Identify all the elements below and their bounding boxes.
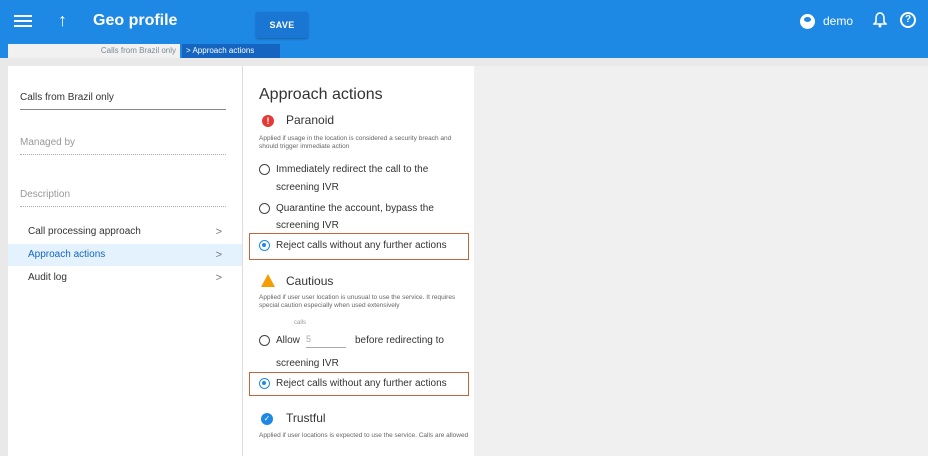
name-value: Calls from Brazil only [20,92,114,103]
sidebar-item-label: Audit log [28,272,67,283]
radio-allow-calls[interactable] [259,335,270,346]
approach-actions-panel [242,66,474,456]
username[interactable]: demo [823,14,853,28]
screening-ivr-label: screening IVR [276,358,339,369]
radio-reject-calls-paranoid[interactable] [259,240,270,251]
sidebar-item-audit-log[interactable]: Audit log > [8,267,242,289]
save-button[interactable]: SAVE [256,12,308,38]
managed-by-underline [20,154,226,155]
up-arrow-icon[interactable]: ↑ [58,10,67,30]
paranoid-description: Applied if usage in the location is cons… [259,135,452,150]
help-icon[interactable]: ? [900,12,916,28]
chevron-right-icon: > [215,226,222,238]
chevron-right-icon: > [215,249,222,261]
check-circle-icon: ✓ [261,413,273,425]
option-quarantine-label-2: screening IVR [276,220,339,231]
section-heading: Approach actions [259,86,383,103]
calls-label: calls [294,320,307,326]
description-placeholder: Description [20,189,71,200]
breadcrumb-separator: > [186,46,191,55]
page-title: Geo profile [93,12,178,29]
cautious-title: Cautious [286,274,334,288]
breadcrumb-parent[interactable]: Calls from Brazil only [8,44,180,58]
radio-quarantine-account[interactable] [259,203,270,214]
error-icon: ! [262,115,274,127]
sidebar-item-call-processing-approach[interactable]: Call processing approach > [8,221,242,243]
warning-icon [261,274,275,287]
description-field[interactable]: Description [20,189,226,207]
trustful-title: Trustful [286,411,326,425]
paranoid-title: Paranoid [286,113,335,127]
before-redirecting-label: before redirecting to [355,335,444,346]
sidebar-item-label: Approach actions [28,249,106,260]
breadcrumb-current-label: Approach actions [192,46,255,55]
allowed-calls-input[interactable]: 5 [306,334,346,348]
option-reject-calls-label: Reject calls without any further actions [276,240,447,251]
radio-reject-calls-cautious[interactable] [259,378,270,389]
sidebar-item-label: Call processing approach [28,226,141,237]
bell-icon[interactable] [873,12,887,28]
radio-immediately-redirect[interactable] [259,164,270,175]
cautious-description: Applied if user user location is unusual… [259,294,456,309]
empty-right-panel [474,66,928,456]
breadcrumb-current: > Approach actions [182,44,280,58]
chevron-right-icon: > [215,272,222,284]
managed-by-field[interactable]: Managed by [20,137,226,155]
sidebar-item-approach-actions[interactable]: Approach actions > [8,244,242,266]
name-underline [20,109,226,110]
option-immediately-redirect-label-2: screening IVR [276,182,339,193]
option-quarantine-label: Quarantine the account, bypass the [276,203,434,214]
allow-label: Allow [276,335,300,346]
account-icon[interactable] [800,14,815,29]
menu-icon[interactable] [14,12,32,30]
description-underline [20,206,226,207]
trustful-description: Applied if user locations is expected to… [259,432,469,439]
name-field[interactable]: Calls from Brazil only [20,92,226,110]
option-immediately-redirect-label: Immediately redirect the call to the [276,164,429,175]
managed-by-placeholder: Managed by [20,137,76,148]
top-app-bar: ↑ Geo profile SAVE demo ? [0,0,928,44]
option-reject-calls-label: Reject calls without any further actions [276,378,447,389]
